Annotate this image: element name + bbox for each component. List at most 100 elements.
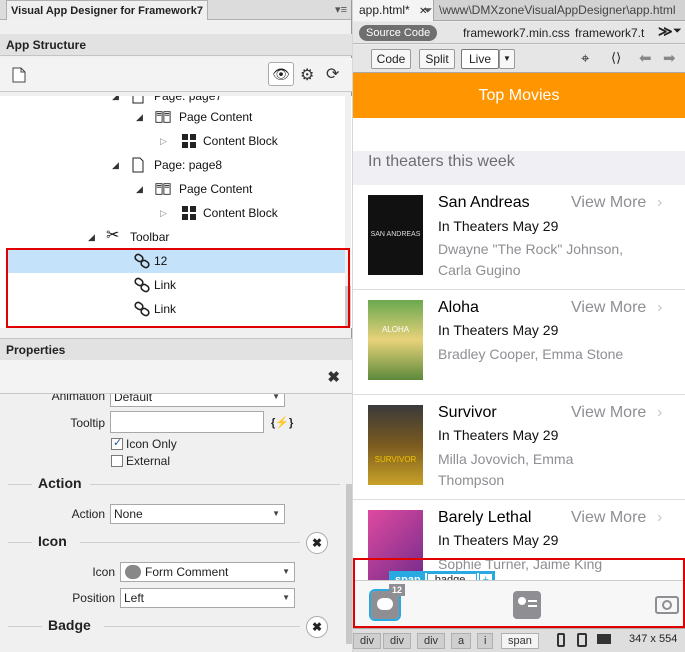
contact-icon-head	[518, 597, 526, 605]
external-checkbox[interactable]: External	[111, 454, 170, 468]
remove-badge-button[interactable]: ✖	[306, 616, 328, 638]
close-icon[interactable]: ✖	[327, 368, 340, 386]
related-file[interactable]: framework7.min.css	[463, 25, 570, 41]
expand-arrow-icon[interactable]: ▷	[160, 129, 167, 153]
back-arrow-icon[interactable]: ⬅	[639, 49, 652, 67]
chevron-down-icon: ▼	[282, 567, 290, 576]
view-more-link[interactable]: View More	[571, 299, 646, 317]
tooltip-input[interactable]	[110, 411, 264, 433]
code-nav-icon[interactable]: ⟨⟩	[611, 50, 621, 66]
preview-eye-button[interactable]: 👁	[268, 62, 294, 86]
position-label: Position	[72, 591, 115, 605]
comment-icon	[125, 565, 141, 579]
divider	[90, 484, 340, 485]
properties-panel: Animation Default ▼ Tooltip {⚡} Icon Only…	[0, 394, 352, 652]
chevron-down-icon: ▼	[272, 509, 280, 518]
tools-icon: ✂	[106, 227, 120, 244]
movie-cast: Milla Jovovich, Emma Thompson	[438, 451, 574, 488]
document-path: \www\DMXzoneVisualAppDesigner\app.html	[439, 3, 676, 17]
scroll-thumb[interactable]	[345, 286, 351, 326]
camera-icon[interactable]	[655, 596, 679, 614]
collapse-arrow-icon[interactable]: ◢	[112, 153, 119, 177]
movie-list-item[interactable]: SAN ANDREAS San Andreas View More › In T…	[353, 185, 685, 290]
tree-item-toolbar[interactable]: ◢ ✂ Toolbar	[0, 225, 346, 249]
animation-select[interactable]: Default ▼	[110, 394, 285, 407]
source-code-button[interactable]: Source Code	[359, 25, 438, 41]
tag-crumb[interactable]: div	[353, 633, 382, 649]
tree-label: Link	[154, 278, 177, 292]
tag-crumb[interactable]: i	[477, 633, 494, 649]
view-more-link[interactable]: View More	[571, 194, 646, 212]
live-view-button[interactable]: Live	[461, 49, 499, 69]
action-select[interactable]: None ▼	[110, 504, 285, 524]
gear-icon[interactable]: ⚙	[300, 65, 314, 85]
page-icon	[132, 96, 144, 104]
tree-item-link-selected[interactable]: 12	[8, 249, 346, 273]
properties-subbar: ✖	[0, 360, 352, 394]
tree-item-content-block[interactable]: ▷ Content Block	[0, 201, 346, 225]
tree-item-page-content[interactable]: ◢ Page Content	[0, 177, 346, 201]
tree-item-link[interactable]: Link	[0, 273, 346, 297]
forward-arrow-icon[interactable]: ➡	[663, 49, 676, 67]
movie-poster: SAN ANDREAS	[368, 195, 423, 275]
new-page-icon[interactable]	[12, 67, 26, 83]
collapse-arrow-icon[interactable]: ◢	[136, 177, 143, 201]
view-more-link[interactable]: View More	[571, 404, 646, 422]
tree-item-link[interactable]: Link	[0, 297, 346, 321]
tab-label: app.html*	[359, 3, 410, 17]
inspect-icon[interactable]: ⌖	[581, 50, 589, 67]
filter-icon[interactable]: ⏷	[423, 3, 433, 18]
viewport-size: 347 x 554	[629, 633, 678, 645]
link-icon	[134, 253, 150, 269]
collapse-arrow-icon[interactable]: ◢	[136, 105, 143, 129]
live-options-dropdown[interactable]: ▼	[499, 49, 515, 69]
expand-arrow-icon[interactable]: ▷	[160, 201, 167, 225]
icon-only-checkbox[interactable]: Icon Only	[111, 436, 177, 451]
panel-tab[interactable]: Visual App Designer for Framework7	[6, 0, 208, 20]
tablet-size-icon[interactable]	[577, 633, 587, 647]
desktop-size-icon[interactable]	[597, 634, 611, 644]
chevron-right-icon: ›	[657, 509, 663, 526]
design-view: app.html* ✕ ⏷ \www\DMXzoneVisualAppDesig…	[353, 0, 685, 652]
movie-list-item[interactable]: SURVIVOR Survivor View More › In Theater…	[353, 395, 685, 500]
movie-list-item[interactable]: ALOHA Aloha View More › In Theaters May …	[353, 290, 685, 395]
code-view-button[interactable]: Code	[371, 49, 411, 69]
tree-scrollbar[interactable]	[345, 96, 351, 328]
action-label: Action	[71, 507, 105, 521]
tree-item-page8[interactable]: ◢ Page: page8	[0, 153, 346, 177]
movie-title: Survivor	[438, 404, 497, 421]
select-value: Form Comment	[145, 565, 229, 579]
checkbox-box[interactable]	[111, 436, 123, 450]
phone-size-icon[interactable]	[557, 633, 565, 647]
select-value: Left	[124, 591, 145, 605]
movie-title: San Andreas	[438, 194, 530, 211]
checkbox-label: External	[126, 454, 171, 468]
properties-scrollbar[interactable]	[346, 484, 352, 644]
split-view-button[interactable]: Split	[419, 49, 455, 69]
tag-crumb[interactable]: div	[417, 633, 446, 649]
filter-icon[interactable]: ⏷	[673, 25, 682, 38]
menu-icon[interactable]: ▾≡	[335, 0, 347, 20]
document-tabbar: app.html* ✕ ⏷ \www\DMXzoneVisualAppDesig…	[353, 0, 685, 21]
remove-icon-button[interactable]: ✖	[306, 532, 328, 554]
tree-item-page-content[interactable]: ◢ Page Content	[0, 105, 346, 129]
dynamic-data-button[interactable]: {⚡}	[271, 416, 293, 429]
divider	[104, 626, 300, 627]
view-more-link[interactable]: View More	[571, 509, 646, 527]
movie-poster: SURVIVOR	[368, 405, 423, 485]
tooltip-label: Tooltip	[70, 416, 105, 430]
tree-item-content-block[interactable]: ▷ Content Block	[0, 129, 346, 153]
icon-select[interactable]: Form Comment ▼	[120, 562, 295, 582]
tag-crumb-selected[interactable]: span	[501, 633, 539, 649]
refresh-icon[interactable]: ⟳	[326, 64, 339, 84]
contact-icon[interactable]	[513, 591, 541, 619]
checkbox-box[interactable]	[111, 455, 123, 467]
collapse-arrow-icon[interactable]: ◢	[88, 225, 95, 249]
tag-crumb[interactable]: div	[383, 633, 412, 649]
position-select[interactable]: Left ▼	[120, 588, 295, 608]
more-files-icon[interactable]: ≫	[658, 23, 673, 40]
related-file[interactable]: framework7.t	[575, 25, 644, 41]
tree-label: Page Content	[179, 110, 253, 124]
tag-crumb[interactable]: a	[451, 633, 472, 649]
navbar-title[interactable]: Top Movies	[353, 73, 685, 118]
